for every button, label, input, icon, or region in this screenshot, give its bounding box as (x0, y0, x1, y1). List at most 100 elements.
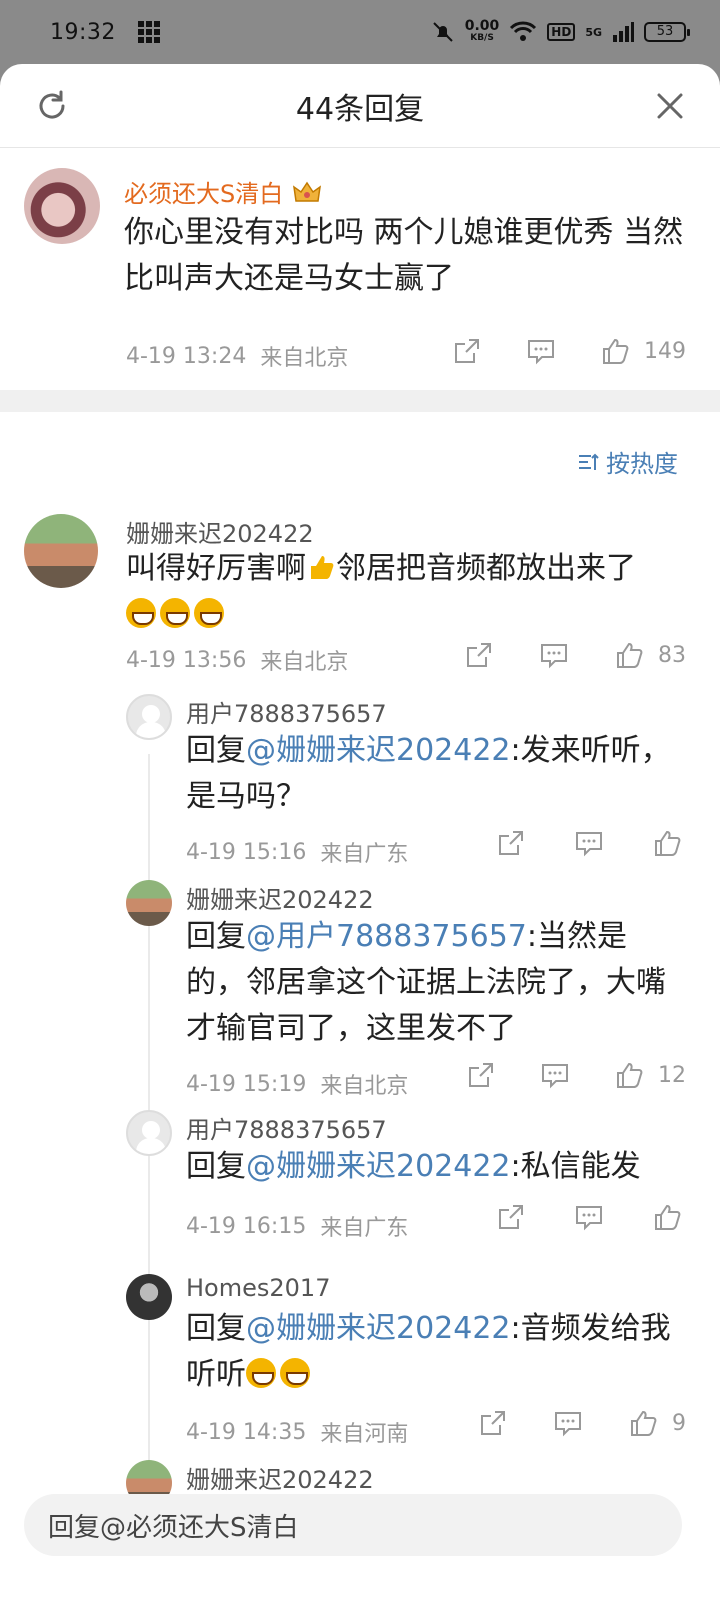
sheet-header: 44条回复 (0, 64, 720, 148)
comment-time: 4-19 15:16 (186, 839, 307, 865)
sort-by-hot-button[interactable]: 按热度 (576, 444, 678, 479)
comment-author[interactable]: 用户7888375657 (186, 694, 387, 729)
share-button[interactable] (452, 336, 482, 366)
comment-author[interactable]: 用户7888375657 (186, 1110, 387, 1145)
comment-meta: 4-19 15:19 来自北京 (186, 1068, 408, 1100)
reply-input[interactable]: 回复@必须还大S清白 (24, 1494, 682, 1556)
comment-location: 来自北京 (260, 346, 349, 371)
comment-location: 来自广东 (320, 1216, 409, 1241)
sheet-title: 44条回复 (295, 91, 425, 127)
refresh-icon[interactable] (34, 88, 70, 124)
comment-meta: 4-19 13:24 来自北京 (126, 340, 348, 372)
comment-author[interactable]: 姗姗来迟202422 (186, 1460, 374, 1495)
share-button[interactable] (478, 1408, 508, 1438)
comment-icon (542, 1064, 568, 1089)
avatar[interactable] (126, 1274, 172, 1320)
comment-actions (496, 828, 682, 858)
comment-text: 回复@姗姗来迟202422:私信能发 (186, 1149, 641, 1184)
comment-icon (555, 1412, 581, 1437)
vip-badge-icon (293, 181, 322, 202)
comment-author[interactable]: 必须还大S清白 (124, 174, 322, 209)
comment-author[interactable]: 姗姗来迟202422 (186, 880, 374, 915)
comment-text: 叫得好厉害啊 邻居把音频都放出来了 (126, 546, 686, 638)
close-icon[interactable] (652, 88, 688, 124)
avatar[interactable] (24, 514, 98, 588)
share-button[interactable] (466, 1060, 496, 1090)
comment-icon (576, 832, 602, 857)
sort-label: 按热度 (606, 450, 678, 478)
share-button[interactable] (496, 1202, 526, 1232)
status-icons: 0.00 KB/S HD 5G 53 (431, 19, 690, 44)
comment-time: 4-19 14:35 (186, 1419, 307, 1445)
share-icon (455, 339, 479, 363)
like-button[interactable]: 9 (628, 1408, 686, 1438)
like-button[interactable]: 12 (614, 1060, 686, 1090)
like-count: 149 (644, 338, 686, 364)
replies-sheet: 44条回复 必须还大S清白 你心里没有对比吗 两个儿媳谁更优秀 当然 比叫声大还… (0, 64, 720, 1600)
comment-location: 来自北京 (320, 1074, 409, 1099)
sort-icon (579, 453, 599, 470)
comment-actions: 83 (464, 640, 686, 670)
like-count: 9 (672, 1410, 686, 1436)
status-bar: 19:32 0.00 KB/S HD 5G 53 (0, 0, 720, 64)
avatar[interactable] (126, 1110, 172, 1156)
mention-link[interactable]: @姗姗来迟202422 (246, 733, 511, 768)
share-button[interactable] (464, 640, 494, 670)
like-icon (617, 1062, 643, 1088)
comment-time: 4-19 16:15 (186, 1213, 307, 1239)
like-count: 12 (658, 1062, 686, 1088)
like-button[interactable]: 149 (600, 336, 686, 366)
comment-location: 来自广东 (320, 842, 409, 867)
comment-author[interactable]: Homes2017 (186, 1274, 330, 1302)
mute-bell-icon (433, 22, 453, 42)
comment-text: 回复@姗姗来迟202422:音频发给我听听 (186, 1311, 671, 1392)
laughing-emoji-icon (194, 598, 224, 628)
comment-button[interactable] (574, 828, 604, 858)
hd-badge: HD (547, 23, 576, 41)
laughing-emoji-icon (126, 598, 156, 628)
mention-link[interactable]: @姗姗来迟202422 (246, 1311, 511, 1346)
mention-link[interactable]: @用户7888375657 (246, 919, 527, 954)
mention-link[interactable]: @姗姗来迟202422 (246, 1149, 511, 1184)
like-icon (603, 338, 629, 364)
like-button[interactable] (652, 1202, 682, 1232)
comment-button[interactable] (526, 336, 556, 366)
thumbs-up-emoji-icon (311, 556, 334, 579)
original-comment: 必须还大S清白 你心里没有对比吗 两个儿媳谁更优秀 当然 比叫声大还是马女士赢了… (0, 148, 720, 388)
comment-icon (541, 644, 567, 669)
like-icon (631, 1410, 657, 1436)
comment-actions (496, 1202, 682, 1232)
like-icon (617, 642, 643, 668)
share-button[interactable] (496, 828, 526, 858)
signal-icon (613, 22, 634, 42)
laughing-emoji-icon (160, 598, 190, 628)
like-button[interactable]: 83 (614, 640, 686, 670)
comment-location: 来自北京 (260, 650, 349, 675)
comment-actions: 12 (466, 1060, 686, 1090)
battery-icon: 53 (644, 22, 690, 42)
comment-text: 回复@姗姗来迟202422:发来听听，是马吗？ (186, 733, 671, 814)
comment-text: 你心里没有对比吗 两个儿媳谁更优秀 当然 比叫声大还是马女士赢了 (124, 215, 684, 296)
status-time: 19:32 (50, 19, 116, 45)
comment-time: 4-19 15:19 (186, 1071, 307, 1097)
comment-author[interactable]: 姗姗来迟202422 (126, 514, 314, 549)
comment-time: 4-19 13:56 (126, 647, 247, 673)
comment-button[interactable] (553, 1408, 583, 1438)
comment-time: 4-19 13:24 (126, 343, 247, 369)
avatar[interactable] (126, 880, 172, 926)
comment-button[interactable] (574, 1202, 604, 1232)
comment-button[interactable] (539, 640, 569, 670)
avatar[interactable] (126, 694, 172, 740)
comment-actions: 149 (452, 336, 686, 366)
share-icon (469, 1063, 493, 1087)
comment-button[interactable] (540, 1060, 570, 1090)
share-icon (499, 1205, 523, 1229)
comment-meta: 4-19 14:35 来自河南 (186, 1416, 408, 1448)
avatar[interactable] (24, 168, 100, 244)
share-icon (481, 1411, 505, 1435)
comment-icon (528, 340, 554, 365)
grinning-emoji-icon (246, 1358, 276, 1388)
like-count: 83 (658, 642, 686, 668)
like-button[interactable] (652, 828, 682, 858)
like-icon (655, 1204, 681, 1230)
